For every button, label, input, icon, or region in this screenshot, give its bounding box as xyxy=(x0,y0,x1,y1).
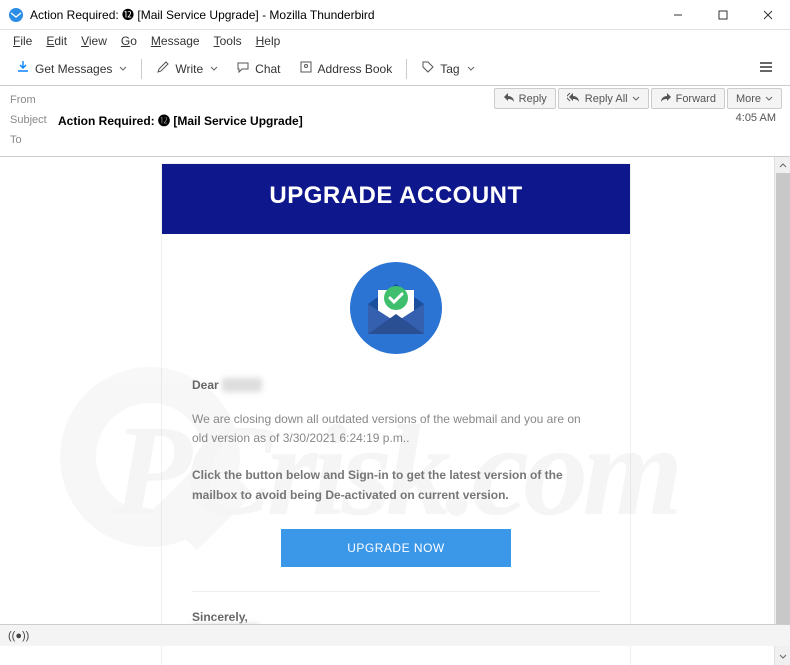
close-button[interactable] xyxy=(745,0,790,30)
toolbar: Get Messages Write Chat Address Book Tag xyxy=(0,52,790,86)
upgrade-now-button[interactable]: UPGRADE NOW xyxy=(281,529,511,567)
scroll-up-button[interactable] xyxy=(775,157,790,173)
pencil-icon xyxy=(156,60,170,77)
header-actions: Reply Reply All Forward More xyxy=(494,88,782,109)
download-icon xyxy=(16,60,30,77)
forward-button[interactable]: Forward xyxy=(651,88,725,109)
chevron-down-icon xyxy=(208,62,218,76)
email-banner: UPGRADE ACCOUNT xyxy=(162,164,630,234)
email-signoff: Sincerely, xyxy=(192,610,600,624)
from-label: From xyxy=(10,94,58,106)
reply-all-button[interactable]: Reply All xyxy=(558,88,649,109)
divider xyxy=(192,591,600,592)
message-body-container: PCrisk.com UPGRADE ACCOUNT Dear XXXX xyxy=(0,157,790,665)
menu-file[interactable]: File xyxy=(6,32,39,50)
chat-button[interactable]: Chat xyxy=(228,56,288,81)
chat-icon xyxy=(236,60,250,77)
reply-label: Reply xyxy=(519,93,547,105)
subject-value: Action Required: ⓬ [Mail Service Upgrade… xyxy=(58,112,303,129)
subject-label: Subject xyxy=(10,114,58,126)
chevron-down-icon xyxy=(117,62,127,76)
scrollbar[interactable] xyxy=(774,157,790,665)
email-body: UPGRADE ACCOUNT Dear XXXXX We are closin… xyxy=(20,163,772,665)
minimize-button[interactable] xyxy=(655,0,700,30)
email-hero-icon xyxy=(192,250,600,378)
thunderbird-icon xyxy=(8,7,24,23)
address-book-icon xyxy=(299,60,313,77)
tag-icon xyxy=(421,60,435,77)
app-menu-button[interactable] xyxy=(750,56,782,81)
forward-icon xyxy=(660,92,672,105)
separator xyxy=(406,59,407,79)
menubar: File Edit View Go Message Tools Help xyxy=(0,30,790,52)
address-book-label: Address Book xyxy=(318,62,393,76)
email-greeting: Dear XXXXX xyxy=(192,378,600,392)
window-controls xyxy=(655,0,790,30)
write-label: Write xyxy=(175,62,203,76)
scroll-down-button[interactable] xyxy=(775,649,790,665)
message-header: Reply Reply All Forward More From Subjec… xyxy=(0,86,790,157)
chevron-down-icon xyxy=(465,62,475,76)
address-book-button[interactable]: Address Book xyxy=(291,56,401,81)
titlebar: Action Required: ⓬ [Mail Service Upgrade… xyxy=(0,0,790,30)
tag-button[interactable]: Tag xyxy=(413,56,482,81)
menu-tools[interactable]: Tools xyxy=(207,32,249,50)
forward-label: Forward xyxy=(676,93,716,105)
more-button[interactable]: More xyxy=(727,88,782,109)
to-label: To xyxy=(10,134,58,146)
email-panel: UPGRADE ACCOUNT Dear XXXXX We are closin… xyxy=(161,163,631,665)
tag-label: Tag xyxy=(440,62,459,76)
chat-label: Chat xyxy=(255,62,280,76)
separator xyxy=(141,59,142,79)
menu-view[interactable]: View xyxy=(74,32,114,50)
reply-icon xyxy=(503,92,515,105)
email-paragraph-1: We are closing down all outdated version… xyxy=(192,410,600,448)
window-title: Action Required: ⓬ [Mail Service Upgrade… xyxy=(30,6,655,23)
hamburger-icon xyxy=(758,60,774,77)
menu-message[interactable]: Message xyxy=(144,32,207,50)
more-label: More xyxy=(736,93,761,105)
get-messages-label: Get Messages xyxy=(35,62,112,76)
scroll-thumb[interactable] xyxy=(776,173,790,643)
write-button[interactable]: Write xyxy=(148,56,226,81)
reply-all-icon xyxy=(567,92,581,105)
email-paragraph-2: Click the button below and Sign-in to ge… xyxy=(192,466,600,504)
menu-help[interactable]: Help xyxy=(249,32,288,50)
get-messages-button[interactable]: Get Messages xyxy=(8,56,135,81)
activity-indicator-icon: ((●)) xyxy=(8,630,29,642)
menu-edit[interactable]: Edit xyxy=(39,32,74,50)
maximize-button[interactable] xyxy=(700,0,745,30)
message-time: 4:05 AM xyxy=(736,112,776,124)
statusbar: ((●)) xyxy=(0,624,790,646)
menu-go[interactable]: Go xyxy=(114,32,144,50)
reply-button[interactable]: Reply xyxy=(494,88,556,109)
reply-all-label: Reply All xyxy=(585,93,628,105)
